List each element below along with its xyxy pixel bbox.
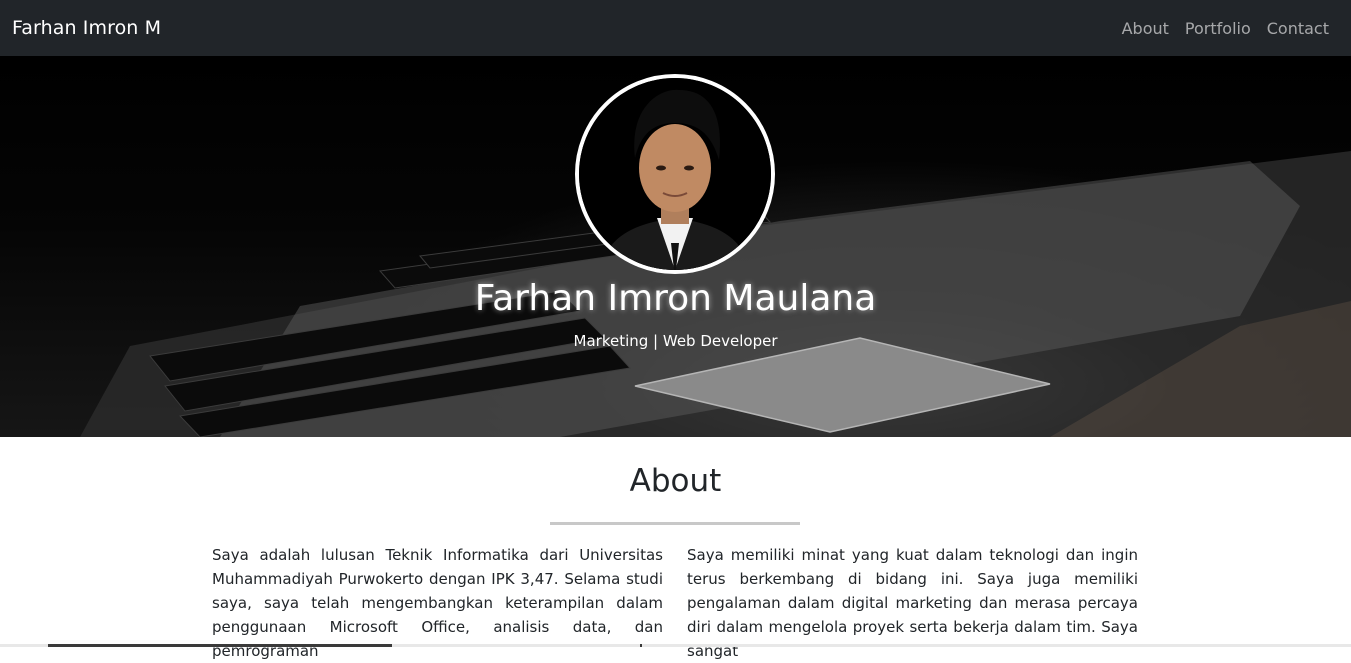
navbar: Farhan Imron M About Portfolio Contact	[0, 0, 1351, 56]
nav-links: About Portfolio Contact	[1122, 19, 1329, 38]
hero-role: Marketing | Web Developer	[573, 332, 778, 350]
nav-link-about[interactable]: About	[1122, 19, 1169, 38]
navbar-brand[interactable]: Farhan Imron M	[12, 17, 161, 39]
nav-link-contact[interactable]: Contact	[1267, 19, 1329, 38]
hero-section: Farhan Imron Maulana Marketing | Web Dev…	[0, 56, 1351, 437]
profile-avatar	[575, 74, 775, 274]
profile-photo	[579, 78, 771, 270]
about-title: About	[629, 463, 722, 499]
hero-name: Farhan Imron Maulana	[474, 278, 877, 319]
about-section: About Saya adalah lulusan Teknik Informa…	[0, 437, 1351, 660]
nav-link-portfolio[interactable]: Portfolio	[1185, 19, 1251, 38]
about-divider	[550, 522, 800, 525]
